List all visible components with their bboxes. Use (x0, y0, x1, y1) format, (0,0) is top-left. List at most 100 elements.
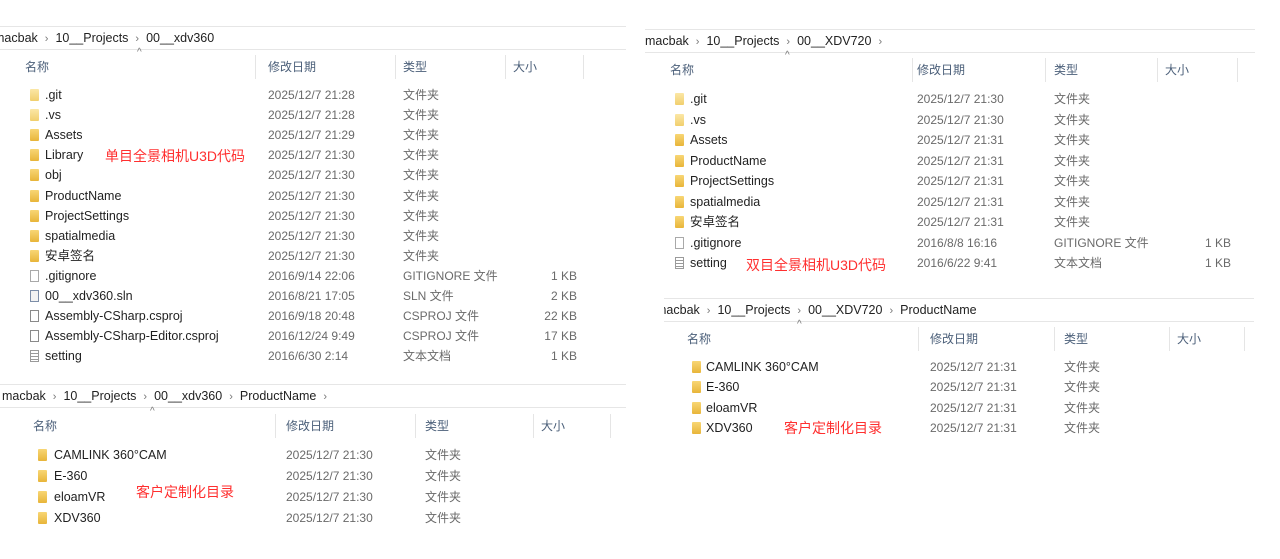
file-list-row[interactable]: ProductName 2025/12/7 21:31 文件夹 (645, 151, 1255, 171)
file-type: 文件夹 (1054, 112, 1091, 127)
column-divider[interactable] (1169, 327, 1170, 351)
breadcrumb-segment[interactable]: 10__Projects (55, 31, 128, 45)
breadcrumb-segment[interactable]: 00__XDV720 (808, 303, 882, 317)
file-list-row[interactable]: spatialmedia 2025/12/7 21:30 文件夹 (0, 226, 626, 246)
column-header-modified[interactable]: 修改日期 (917, 56, 965, 84)
column-header-type[interactable]: 类型 (1064, 325, 1088, 353)
column-header-size[interactable]: 大小 (541, 412, 565, 440)
column-header-size[interactable]: 大小 (1177, 325, 1201, 353)
column-header-type[interactable]: 类型 (403, 53, 427, 81)
column-divider[interactable] (395, 55, 396, 79)
column-divider[interactable] (505, 55, 506, 79)
folder-icon (692, 381, 701, 394)
breadcrumb-segment[interactable]: macbak (0, 31, 38, 45)
file-list-row[interactable]: Assets 2025/12/7 21:31 文件夹 (645, 130, 1255, 150)
breadcrumb-segment[interactable]: ProductName (240, 389, 316, 403)
file-list-row[interactable]: 00__xdv360.sln 2016/8/21 17:05 SLN 文件 2 KB (0, 286, 626, 306)
file-list-row[interactable]: E-360 2025/12/7 21:31 文件夹 (664, 377, 1254, 397)
modified-date: 2025/12/7 21:30 (917, 112, 1004, 127)
breadcrumb-path: macbak › 10__Projects › 00__xdv360 › ProductNa… (2, 389, 334, 403)
column-divider[interactable] (415, 414, 416, 438)
file-list-row[interactable]: obj 2025/12/7 21:30 文件夹 (0, 165, 626, 185)
column-divider[interactable] (1244, 327, 1245, 351)
file-list-row[interactable]: .git 2025/12/7 21:28 文件夹 (0, 85, 626, 105)
breadcrumb-segment[interactable]: 10__Projects (717, 303, 790, 317)
column-header-name[interactable]: 名称 (670, 56, 694, 84)
file-list-row[interactable]: 安卓签名 2025/12/7 21:30 文件夹 (0, 246, 626, 266)
file-list-row[interactable]: eloamVR 2025/12/7 21:30 文件夹 (0, 487, 626, 507)
breadcrumb-segment[interactable]: 10__Projects (706, 34, 779, 48)
file-list-row[interactable]: .gitignore 2016/9/14 22:06 GITIGNORE 文件 1 K… (0, 266, 626, 286)
column-divider[interactable] (255, 55, 256, 79)
file-type: 文件夹 (1054, 215, 1091, 229)
file-name: ProjectSettings (45, 208, 130, 223)
breadcrumb-path: macbak › 10__Projects › 00__xdv360 (0, 31, 214, 45)
chevron-right-icon: › (143, 391, 148, 403)
file-name: ProjectSettings (690, 174, 775, 188)
column-divider[interactable] (1054, 327, 1055, 351)
file-type: 文件夹 (1054, 92, 1091, 106)
file-list-row[interactable]: Assembly-CSharp-Editor.csproj 2016/12/24 … (0, 326, 626, 346)
column-header-name[interactable]: 名称 (25, 53, 49, 81)
column-divider[interactable] (275, 414, 276, 438)
breadcrumb-segment[interactable]: 00__xdv360 (146, 31, 214, 45)
column-header-modified[interactable]: 修改日期 (286, 412, 334, 440)
modified-date: 2025/12/7 21:28 (268, 108, 355, 123)
column-divider[interactable] (912, 58, 913, 82)
file-list-row[interactable]: setting 2016/6/30 2:14 文本文档 1 KB (0, 346, 626, 366)
column-divider[interactable] (583, 55, 584, 79)
breadcrumb-segment[interactable]: 00__xdv360 (154, 389, 222, 403)
breadcrumb-segment[interactable]: macbak (645, 34, 689, 48)
annotation-note: 单目全景相机U3D代码 (105, 148, 246, 164)
column-divider[interactable] (918, 327, 919, 351)
column-header-modified[interactable]: 修改日期 (930, 325, 978, 353)
file-list-row[interactable]: CAMLINK 360°CAM 2025/12/7 21:30 文件夹 (0, 445, 626, 465)
file-list-row[interactable]: XDV360 2025/12/7 21:31 文件夹 (664, 418, 1254, 438)
breadcrumb-segment[interactable]: 00__XDV720 (797, 34, 871, 48)
file-list-row[interactable]: E-360 2025/12/7 21:30 文件夹 (0, 466, 626, 486)
chevron-right-icon: › (786, 36, 791, 48)
file-list-row[interactable]: XDV360 2025/12/7 21:30 文件夹 (0, 508, 626, 528)
modified-date: 2025/12/7 21:31 (917, 133, 1004, 147)
file-list-row[interactable]: eloamVR 2025/12/7 21:31 文件夹 (664, 398, 1254, 418)
breadcrumb-segment[interactable]: macbak (664, 303, 700, 317)
file-list-row[interactable]: Library 2025/12/7 21:30 文件夹 (0, 145, 626, 165)
file-list-row[interactable]: Assembly-CSharp.csproj 2016/9/18 20:48 CSP… (0, 306, 626, 326)
column-divider[interactable] (1045, 58, 1046, 82)
breadcrumb[interactable]: macbak › 10__Projects › 00__XDV720 › ProductNa… (664, 298, 1254, 322)
file-list-row[interactable]: .vs 2025/12/7 21:28 文件夹 (0, 105, 626, 125)
breadcrumb-segment[interactable]: macbak (2, 389, 46, 403)
file-list-row[interactable]: setting 2016/6/22 9:41 文本文档 1 KB (645, 253, 1255, 273)
file-list-row[interactable]: spatialmedia 2025/12/7 21:31 文件夹 (645, 192, 1255, 212)
breadcrumb[interactable]: macbak › 10__Projects › 00__XDV720 › (645, 29, 1255, 53)
file-list-row[interactable]: .git 2025/12/7 21:30 文件夹 (645, 89, 1255, 109)
column-header-size[interactable]: 大小 (513, 53, 537, 81)
explorer-panel-panel-d: macbak › 10__Projects › 00__XDV720 › ProductNa… (664, 298, 1254, 448)
file-list-row[interactable]: ProjectSettings 2025/12/7 21:30 文件夹 (0, 206, 626, 226)
column-header-type[interactable]: 类型 (425, 412, 449, 440)
column-divider[interactable] (1237, 58, 1238, 82)
column-divider[interactable] (1157, 58, 1158, 82)
breadcrumb-segment[interactable]: 10__Projects (63, 389, 136, 403)
column-header-name[interactable]: 名称 (687, 325, 711, 353)
column-divider[interactable] (610, 414, 611, 438)
file-list-row[interactable]: Assets 2025/12/7 21:29 文件夹 (0, 125, 626, 145)
folder-icon (675, 154, 684, 167)
breadcrumb[interactable]: macbak › 10__Projects › 00__xdv360 › ProductNa… (0, 384, 626, 408)
column-divider[interactable] (533, 414, 534, 438)
file-list-row[interactable]: .vs 2025/12/7 21:30 文件夹 (645, 110, 1255, 130)
file-list-row[interactable]: 安卓签名 2025/12/7 21:31 文件夹 (645, 212, 1255, 232)
breadcrumb[interactable]: macbak › 10__Projects › 00__xdv360 (0, 26, 626, 50)
column-header-name[interactable]: 名称 (33, 412, 57, 440)
file-list-row[interactable]: .gitignore 2016/8/8 16:16 GITIGNORE 文件 1 KB (645, 233, 1255, 253)
file-type: 文件夹 (403, 108, 440, 123)
column-header-modified[interactable]: 修改日期 (268, 53, 316, 81)
column-header-size[interactable]: 大小 (1165, 56, 1189, 84)
file-list-row[interactable]: ProjectSettings 2025/12/7 21:31 文件夹 (645, 171, 1255, 191)
breadcrumb-segment[interactable]: ProductName (900, 303, 976, 317)
column-header-type[interactable]: 类型 (1054, 56, 1078, 84)
file-list-row[interactable]: ProductName 2025/12/7 21:30 文件夹 (0, 186, 626, 206)
chevron-right-icon: › (878, 36, 883, 48)
file-name: .vs (690, 112, 706, 127)
file-list-row[interactable]: CAMLINK 360°CAM 2025/12/7 21:31 文件夹 (664, 357, 1254, 377)
